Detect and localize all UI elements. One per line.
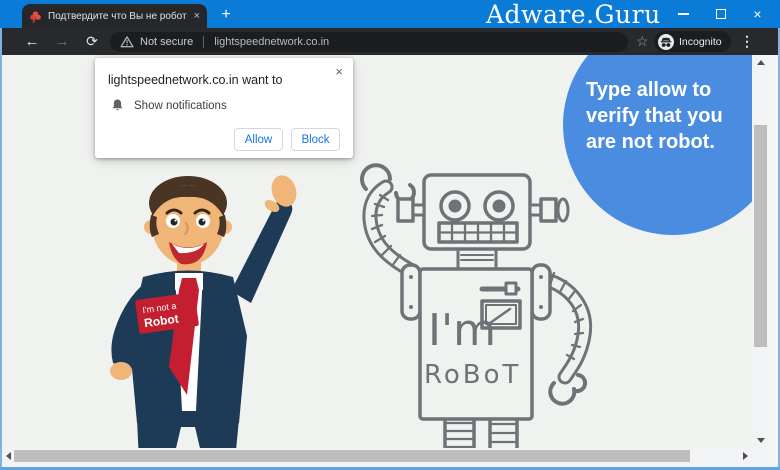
bubble-line: Type allow to (586, 77, 752, 103)
tab-close-icon[interactable]: × (194, 11, 200, 22)
title-bar: Подтвердите что Вы не робот × + Adware.G… (0, 0, 780, 28)
bookmark-star-icon[interactable]: ☆ (636, 28, 649, 55)
close-icon: × (753, 7, 761, 21)
maximize-button[interactable] (702, 0, 739, 28)
address-bar[interactable]: Not secure lightspeednetwork.co.in (110, 32, 628, 52)
scroll-left-icon[interactable] (6, 452, 11, 460)
robot-sketch-illustration: I'm RoBoT (332, 159, 604, 448)
allow-button[interactable]: Allow (234, 128, 283, 151)
browser-window: Подтвердите что Вы не робот × + Adware.G… (0, 0, 780, 470)
watermark-text: Adware.Guru (486, 0, 661, 28)
block-button[interactable]: Block (291, 128, 340, 151)
new-tab-button[interactable]: + (213, 5, 239, 25)
back-button[interactable]: ← (20, 28, 44, 55)
window-controls: × (665, 0, 776, 28)
notification-permission-dialog: × lightspeednetwork.co.in want to Show n… (95, 58, 353, 158)
minimize-icon (678, 13, 689, 15)
cartoon-man-illustration: I'm not a Robot (85, 161, 301, 448)
dialog-title: lightspeednetwork.co.in want to (108, 73, 282, 87)
incognito-label: Incognito (679, 36, 722, 48)
permission-label: Show notifications (134, 100, 227, 112)
bubble-line: are not robot. (586, 129, 752, 155)
incognito-badge: Incognito (654, 31, 731, 52)
scroll-down-icon[interactable] (757, 438, 765, 443)
incognito-icon (658, 34, 674, 50)
scroll-right-icon[interactable] (743, 452, 748, 460)
robot-text-line2: RoBoT (424, 360, 521, 390)
maximize-icon (716, 9, 726, 19)
window-border-left (0, 28, 2, 470)
url-divider (203, 36, 204, 48)
robot-text-line1: I'm (428, 305, 496, 356)
minimize-button[interactable] (665, 0, 702, 28)
vertical-scrollbar[interactable] (752, 55, 769, 448)
url-text[interactable]: lightspeednetwork.co.in (214, 36, 329, 48)
scroll-up-icon[interactable] (757, 60, 765, 65)
browser-toolbar: ← → ⟳ Not secure lightspeednetwork.co.in… (0, 28, 780, 55)
page-viewport: Type allow to verify that you are not ro… (2, 55, 752, 448)
security-chip-label[interactable]: Not secure (140, 36, 193, 48)
tab-title: Подтвердите что Вы не робот (48, 11, 188, 22)
not-secure-warning-icon (120, 35, 134, 48)
dialog-close-icon[interactable]: × (335, 64, 343, 79)
bell-icon (110, 98, 125, 113)
tab-favicon-icon (29, 10, 42, 23)
scrollbar-corner (752, 448, 769, 464)
bubble-text: Type allow to verify that you are not ro… (586, 77, 752, 155)
browser-tab[interactable]: Подтвердите что Вы не робот × (22, 4, 207, 28)
horizontal-scrollbar[interactable] (2, 448, 752, 464)
horizontal-scrollbar-thumb[interactable] (14, 450, 690, 462)
right-gutter (769, 55, 778, 464)
forward-button[interactable]: → (50, 28, 74, 55)
browser-menu-button[interactable]: ⋮ (740, 28, 754, 55)
permission-request-row: Show notifications (110, 98, 227, 113)
bubble-line: verify that you (586, 103, 752, 129)
reload-button[interactable]: ⟳ (80, 28, 104, 55)
vertical-scrollbar-thumb[interactable] (754, 125, 767, 347)
close-button[interactable]: × (739, 0, 776, 28)
